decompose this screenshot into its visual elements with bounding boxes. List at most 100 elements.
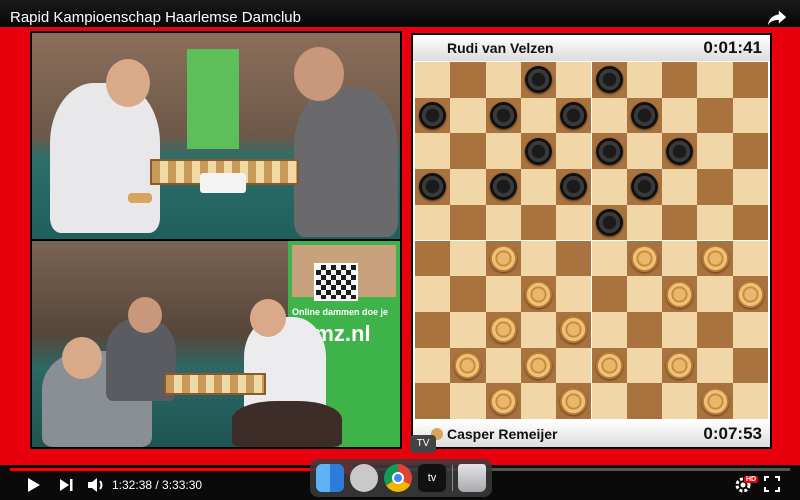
board-square — [591, 383, 627, 419]
board-square — [626, 383, 663, 419]
board-square — [415, 62, 451, 98]
board-square — [520, 311, 557, 348]
board-square — [732, 169, 768, 205]
white-piece — [525, 351, 553, 379]
black-piece — [489, 173, 517, 201]
white-piece — [595, 351, 623, 379]
board-square — [732, 311, 768, 348]
player-bar-top: Rudi van Velzen 0:01:41 — [413, 35, 770, 61]
board-square — [485, 204, 521, 241]
finder-icon[interactable] — [316, 464, 344, 492]
hd-badge: HD — [744, 476, 759, 483]
draughts-board-physical-bottom — [164, 373, 266, 395]
player-left-figure — [50, 83, 160, 233]
board-square — [697, 97, 733, 134]
black-piece — [525, 137, 553, 165]
board-square — [450, 276, 486, 312]
board-square — [591, 240, 627, 277]
board-square — [415, 204, 451, 241]
white-piece — [701, 244, 729, 272]
black-piece — [489, 102, 517, 130]
board-square — [662, 204, 698, 241]
board-square — [485, 133, 521, 170]
board-square — [415, 311, 451, 348]
board-square — [450, 133, 486, 170]
game-clock — [200, 173, 246, 193]
banner-board-icon — [314, 263, 358, 301]
fullscreen-icon[interactable] — [764, 476, 780, 492]
white-piece — [560, 387, 588, 415]
black-piece — [630, 102, 658, 130]
apple-tv-icon[interactable]: tv — [418, 464, 446, 492]
board-square — [626, 311, 663, 348]
board-square — [697, 347, 733, 384]
board-square — [556, 133, 592, 170]
board-square — [732, 347, 768, 384]
player-clock-top: 0:01:41 — [703, 38, 762, 57]
dock-separator — [452, 465, 453, 491]
board-square — [450, 204, 486, 241]
board-square — [662, 383, 698, 419]
board-square — [485, 347, 521, 384]
next-icon[interactable] — [58, 476, 74, 494]
player-right-figure — [294, 87, 398, 237]
board-square — [415, 240, 451, 277]
board-square — [697, 169, 733, 205]
board-square — [520, 169, 557, 205]
board-square — [450, 62, 486, 98]
board-square — [732, 240, 768, 277]
white-piece — [489, 316, 517, 344]
board-square — [415, 276, 451, 312]
board-square — [697, 276, 733, 312]
board-square — [415, 133, 451, 170]
board-square — [591, 276, 627, 312]
board-square — [415, 347, 451, 384]
camera-feed-bottom: Online dammen doe je op lamz.nl — [30, 239, 402, 449]
board-square — [520, 97, 557, 134]
white-piece — [630, 244, 658, 272]
black-piece — [419, 102, 447, 130]
apple-tv-label: tv — [427, 472, 437, 484]
board-square — [591, 169, 627, 205]
white-piece — [489, 387, 517, 415]
share-arrow-icon[interactable] — [766, 8, 788, 28]
progress-fill — [10, 468, 348, 471]
player-left-head-bottom — [128, 297, 162, 333]
white-piece — [736, 280, 764, 308]
black-piece — [595, 137, 623, 165]
board-square — [450, 383, 486, 419]
board-square — [697, 311, 733, 348]
video-title[interactable]: Rapid Kampioenschap Haarlemse Damclub — [10, 9, 301, 26]
board-square — [556, 62, 592, 98]
player-clock-bottom: 0:07:53 — [703, 424, 762, 443]
board-square — [450, 311, 486, 348]
board-square — [662, 240, 698, 277]
board-square — [415, 383, 451, 419]
board-square — [626, 133, 663, 170]
player-right-head-bottom — [250, 299, 286, 337]
board-square — [732, 133, 768, 170]
board-square — [697, 204, 733, 241]
board-square — [520, 204, 557, 241]
board-square — [520, 383, 557, 419]
player-name-top: Rudi van Velzen — [447, 40, 554, 56]
white-piece — [666, 280, 694, 308]
time-display: 1:32:38 / 3:33:30 — [112, 478, 203, 492]
board-square — [520, 240, 557, 277]
black-piece — [666, 137, 694, 165]
board-square — [662, 169, 698, 205]
draughts-board — [415, 62, 768, 419]
trash-icon[interactable] — [458, 464, 486, 492]
chrome-icon[interactable] — [384, 464, 412, 492]
volume-icon[interactable] — [86, 476, 106, 494]
captured-pieces-stack — [128, 193, 152, 203]
launchpad-icon[interactable] — [350, 464, 378, 492]
white-piece — [489, 244, 517, 272]
board-square — [450, 169, 486, 205]
chrome-center — [392, 472, 404, 484]
player-left-head — [106, 59, 150, 107]
dock-tooltip: TV — [410, 435, 436, 453]
board-square — [485, 62, 521, 98]
play-icon[interactable] — [24, 476, 42, 494]
black-piece — [595, 209, 623, 237]
